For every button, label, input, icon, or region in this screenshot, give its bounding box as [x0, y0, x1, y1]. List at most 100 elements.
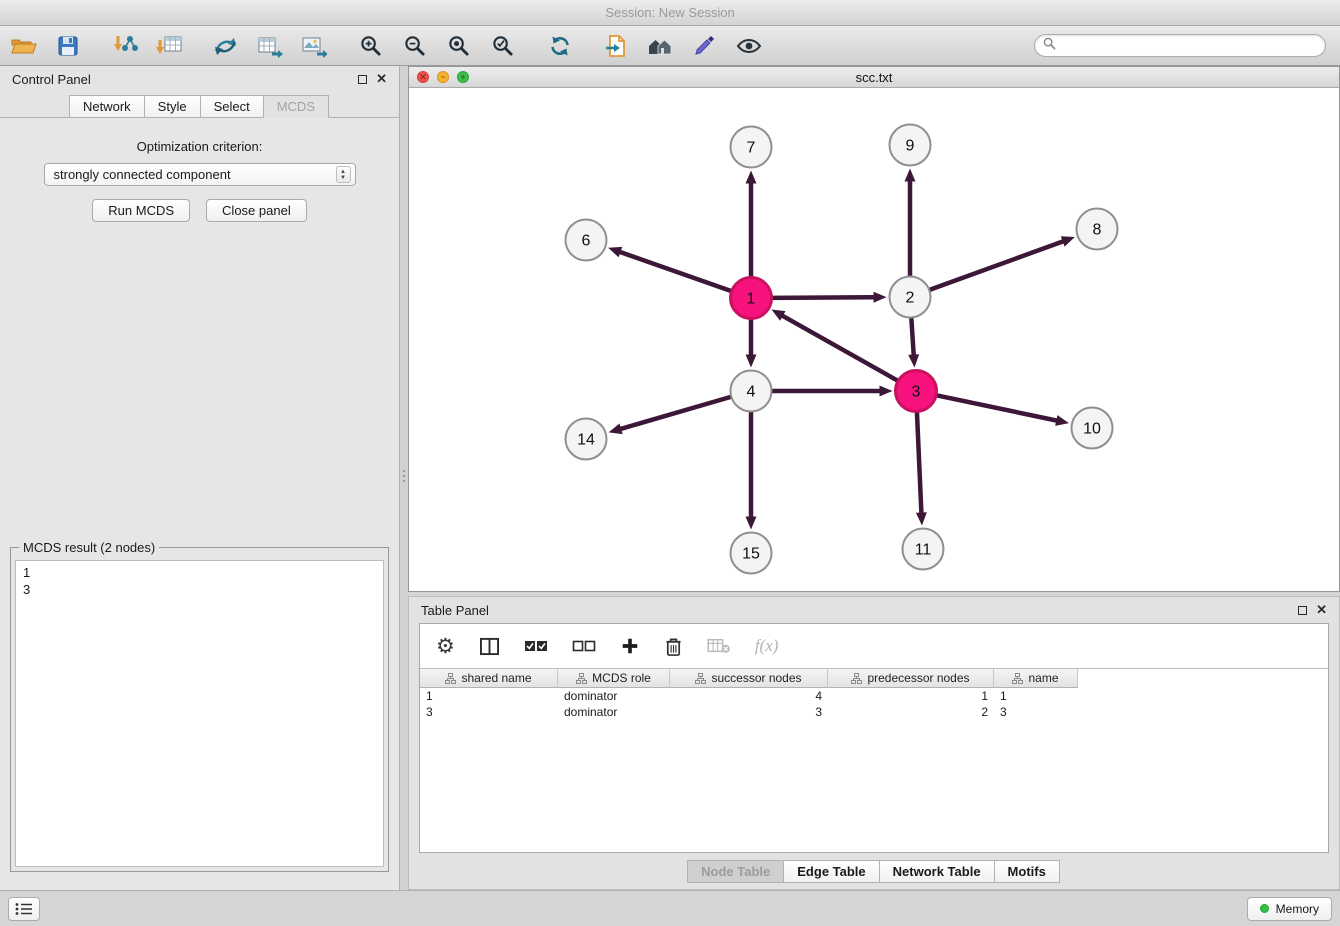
- table-cell[interactable]: 3: [994, 705, 1078, 719]
- memory-button[interactable]: Memory: [1247, 897, 1332, 921]
- open-session-icon[interactable]: [10, 32, 37, 59]
- show-hide-graphics-icon[interactable]: [735, 32, 762, 59]
- optimization-criterion-dropdown[interactable]: strongly connected component ▲▼: [44, 163, 356, 186]
- node-15[interactable]: 15: [731, 533, 772, 574]
- export-table-icon[interactable]: [256, 32, 283, 59]
- node-6[interactable]: 6: [566, 220, 607, 261]
- node-2[interactable]: 2: [890, 277, 931, 318]
- float-panel-icon[interactable]: [358, 75, 367, 84]
- column-attribute-icon: [851, 673, 862, 684]
- zoom-out-icon[interactable]: [401, 32, 428, 59]
- apply-style-document-icon[interactable]: [603, 32, 630, 59]
- node-label: 10: [1083, 421, 1101, 438]
- column-header-MCDS-role[interactable]: MCDS role: [558, 669, 670, 688]
- tab-edge-table[interactable]: Edge Table: [783, 860, 879, 883]
- close-panel-button[interactable]: Close panel: [206, 199, 307, 222]
- new-network-icon[interactable]: [212, 32, 239, 59]
- column-header-shared-name[interactable]: shared name: [420, 669, 558, 688]
- edge-1-2[interactable]: [772, 292, 886, 303]
- maximize-window-icon[interactable]: +: [457, 71, 469, 83]
- import-network-icon[interactable]: [111, 32, 138, 59]
- tab-mcds[interactable]: MCDS: [263, 95, 329, 118]
- select-all-rows-icon[interactable]: [524, 639, 548, 653]
- deselect-all-rows-icon[interactable]: [572, 639, 596, 653]
- tab-select[interactable]: Select: [200, 95, 264, 118]
- table-cell[interactable]: 3: [670, 705, 828, 719]
- table-panel-header: Table Panel ✕: [409, 597, 1339, 623]
- column-header-name[interactable]: name: [994, 669, 1078, 688]
- column-attribute-icon: [576, 673, 587, 684]
- table-cell[interactable]: 2: [828, 705, 994, 719]
- close-panel-icon[interactable]: ✕: [376, 74, 387, 84]
- node-9[interactable]: 9: [890, 125, 931, 166]
- task-history-button[interactable]: [8, 897, 40, 921]
- tab-style[interactable]: Style: [144, 95, 201, 118]
- network-graph[interactable]: 7 9 6 8 1 2 4 3 14 10 15 11: [409, 88, 1337, 591]
- edge-3-10[interactable]: [937, 395, 1069, 425]
- tab-motifs[interactable]: Motifs: [994, 860, 1060, 883]
- node-14[interactable]: 14: [566, 419, 607, 460]
- network-canvas[interactable]: 7 9 6 8 1 2 4 3 14 10 15 11: [409, 88, 1339, 591]
- table-panel-title: Table Panel: [421, 603, 489, 618]
- refresh-view-icon[interactable]: [546, 32, 573, 59]
- search-field[interactable]: [1034, 34, 1326, 57]
- zoom-in-icon[interactable]: [357, 32, 384, 59]
- table-options-icon[interactable]: ⚙: [436, 636, 455, 657]
- edge-1-7[interactable]: [746, 171, 757, 277]
- edge-1-6[interactable]: [608, 247, 731, 291]
- network-window-titlebar[interactable]: ✕ − + scc.txt: [409, 67, 1339, 88]
- tab-node-table[interactable]: Node Table: [687, 860, 784, 883]
- edge-3-11[interactable]: [916, 412, 927, 525]
- node-1[interactable]: 1: [731, 278, 772, 319]
- tab-network[interactable]: Network: [69, 95, 145, 118]
- node-4[interactable]: 4: [731, 371, 772, 412]
- run-mcds-button[interactable]: Run MCDS: [92, 199, 190, 222]
- node-7[interactable]: 7: [731, 127, 772, 168]
- close-window-icon[interactable]: ✕: [417, 71, 429, 83]
- node-8[interactable]: 8: [1077, 209, 1118, 250]
- panel-splitter[interactable]: [400, 66, 408, 890]
- table-row-2[interactable]: 3dominator323: [420, 704, 1328, 720]
- column-header-successor-nodes[interactable]: successor nodes: [670, 669, 828, 688]
- export-image-icon[interactable]: [300, 32, 327, 59]
- node-10[interactable]: 10: [1072, 408, 1113, 449]
- add-column-icon[interactable]: [620, 636, 640, 656]
- home-layout-icon[interactable]: [647, 32, 674, 59]
- close-table-panel-icon[interactable]: ✕: [1316, 605, 1327, 615]
- delete-table-icon: [707, 637, 731, 655]
- table-cell[interactable]: 3: [420, 705, 558, 719]
- paint-style-icon[interactable]: [691, 32, 718, 59]
- table-cell[interactable]: 1: [420, 689, 558, 703]
- show-columns-icon[interactable]: [479, 637, 500, 656]
- edge-4-3[interactable]: [773, 386, 893, 397]
- edge-2-9[interactable]: [905, 169, 916, 276]
- search-input[interactable]: [1061, 39, 1317, 53]
- table-row-1[interactable]: 1dominator411: [420, 688, 1328, 704]
- mcds-result-list[interactable]: 13: [15, 560, 384, 867]
- zoom-fit-icon[interactable]: [445, 32, 472, 59]
- zoom-selected-icon[interactable]: [489, 32, 516, 59]
- save-session-icon[interactable]: [54, 32, 81, 59]
- table-cell[interactable]: dominator: [558, 705, 670, 719]
- import-table-icon[interactable]: [155, 32, 182, 59]
- edge-4-14[interactable]: [609, 397, 731, 434]
- table-cell[interactable]: 1: [828, 689, 994, 703]
- float-table-panel-icon[interactable]: [1298, 606, 1307, 615]
- edge-3-1[interactable]: [771, 310, 897, 381]
- edge-2-3[interactable]: [908, 318, 919, 367]
- node-3[interactable]: 3: [896, 371, 937, 412]
- minimize-window-icon[interactable]: −: [437, 71, 449, 83]
- table-cell[interactable]: dominator: [558, 689, 670, 703]
- delete-columns-icon[interactable]: [664, 636, 683, 657]
- column-header-predecessor-nodes[interactable]: predecessor nodes: [828, 669, 994, 688]
- edge-2-8[interactable]: [930, 236, 1075, 289]
- edge-4-15[interactable]: [746, 413, 757, 530]
- node-label: 9: [906, 138, 915, 155]
- tab-network-table[interactable]: Network Table: [879, 860, 995, 883]
- table-cell[interactable]: 1: [994, 689, 1078, 703]
- node-11[interactable]: 11: [903, 529, 944, 570]
- control-panel: Control Panel ✕ NetworkStyleSelectMCDS O…: [0, 66, 400, 890]
- window-titlebar: Session: New Session: [0, 0, 1340, 26]
- table-cell[interactable]: 4: [670, 689, 828, 703]
- edge-1-4[interactable]: [746, 320, 757, 368]
